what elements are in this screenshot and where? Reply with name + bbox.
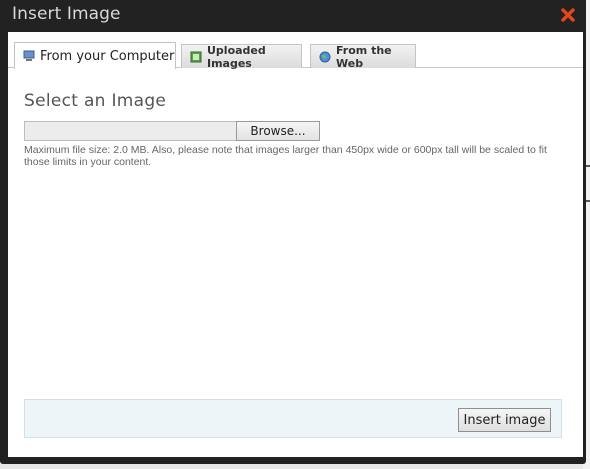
dialog-panel: From your Computer Uploaded Images From … <box>8 32 583 457</box>
section-title: Select an Image <box>24 91 167 111</box>
file-size-hint: Maximum file size: 2.0 MB. Also, please … <box>24 144 547 168</box>
insert-image-button[interactable]: Insert image <box>458 408 551 432</box>
file-path-field[interactable] <box>24 121 237 141</box>
close-icon[interactable] <box>560 7 576 23</box>
tab-label: From your Computer <box>40 48 175 64</box>
globe-icon <box>319 51 331 62</box>
tab-label: From the Web <box>336 43 392 70</box>
tab-label: Uploaded Images <box>207 43 266 70</box>
tab-from-web[interactable]: From the Web <box>310 43 416 70</box>
dialog-title: Insert Image <box>12 4 121 24</box>
tab-from-computer[interactable]: From your Computer <box>14 42 176 69</box>
browse-button[interactable]: Browse... <box>236 121 320 141</box>
tab-uploaded-images[interactable]: Uploaded Images <box>181 43 302 70</box>
image-icon <box>190 51 202 62</box>
computer-icon <box>23 50 35 61</box>
dialog-footer: Insert image <box>24 399 562 438</box>
insert-image-dialog: Insert Image From your Computer Uploaded… <box>0 0 586 464</box>
tab-bar: From your Computer Uploaded Images From … <box>8 32 583 70</box>
